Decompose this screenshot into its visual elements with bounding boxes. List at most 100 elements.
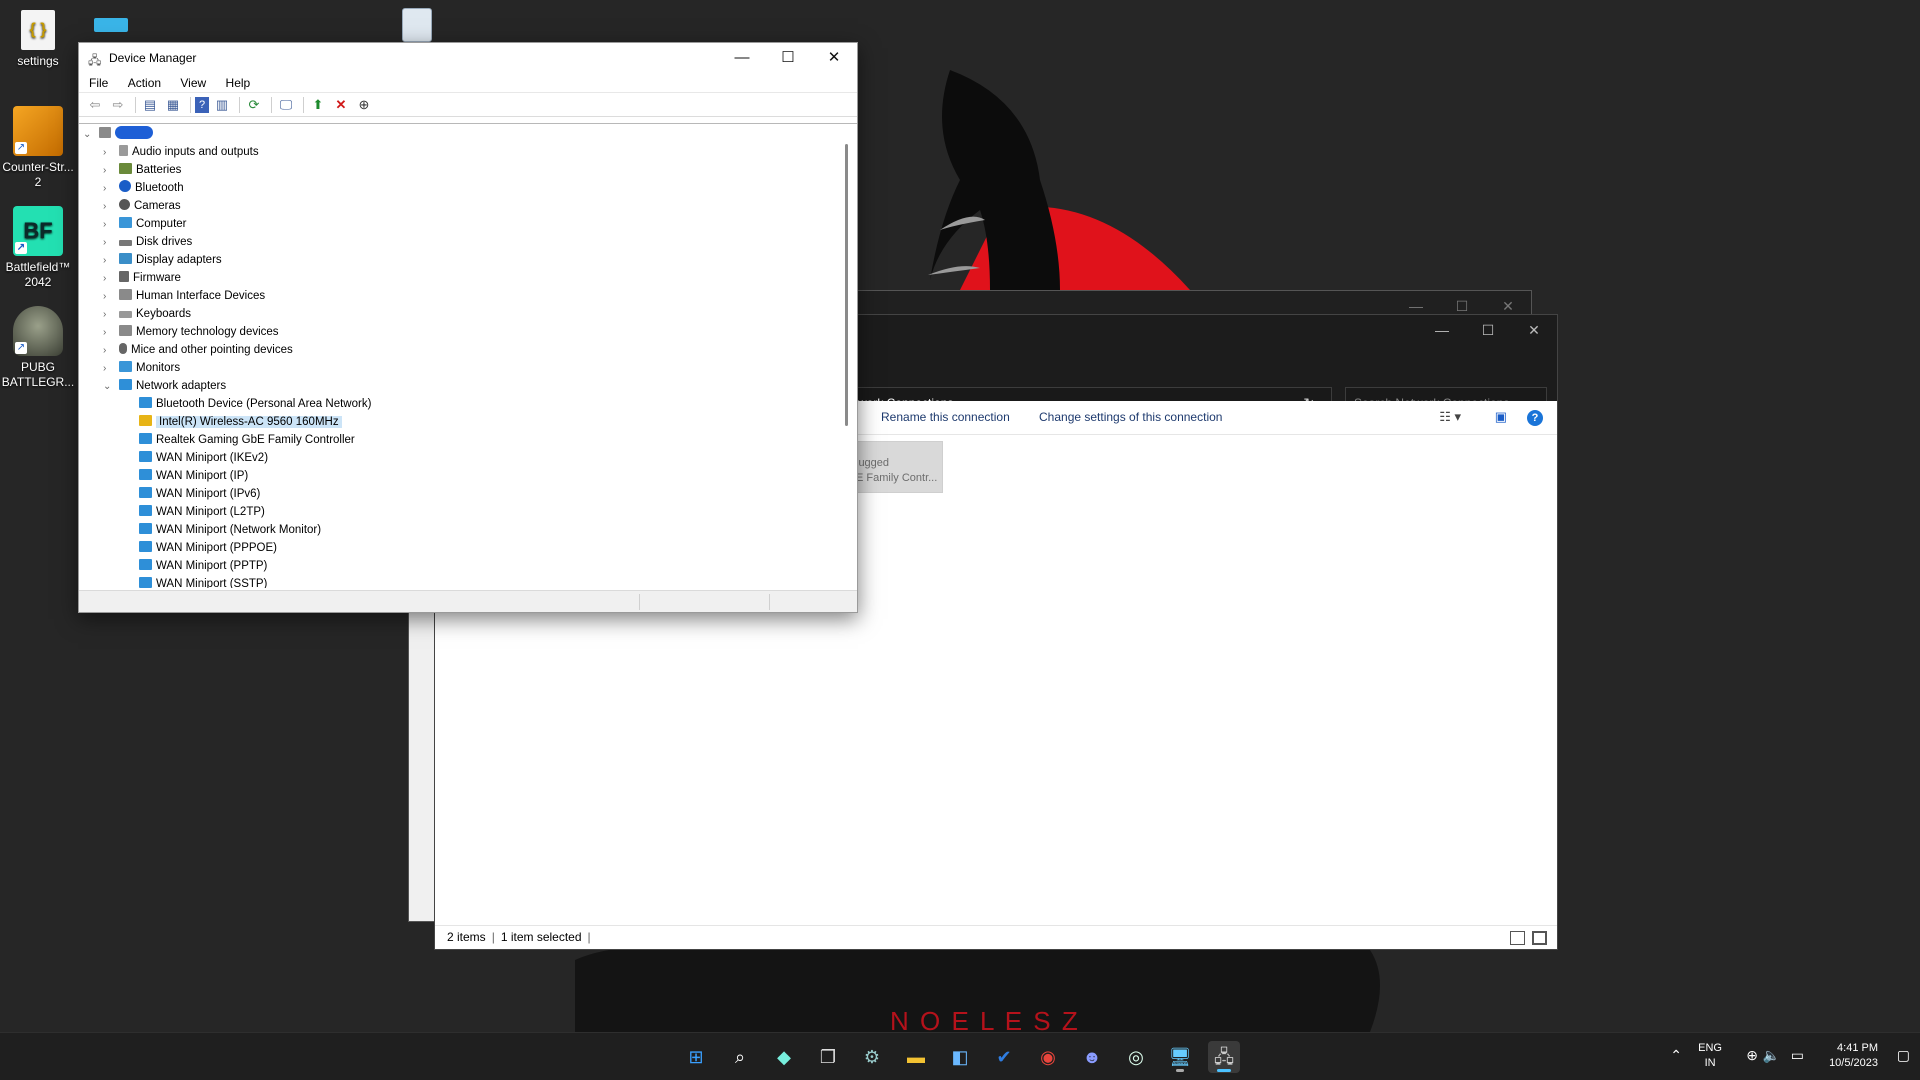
expand-icon[interactable]: › [103, 360, 117, 378]
store-icon[interactable]: ◧ [944, 1041, 976, 1073]
device-tree[interactable]: ⌄ › Audio inputs and outputs › Batteries ›… [79, 123, 857, 588]
volume-icon[interactable]: 🔈 [1763, 1047, 1780, 1064]
desktop-icon-settings[interactable]: { } settings [0, 10, 76, 69]
search-icon[interactable]: ⌕ [724, 1041, 756, 1073]
tree-item-network-adapter[interactable]: Bluetooth Device (Personal Area Network) [137, 395, 371, 413]
tree-item-hid[interactable]: › Human Interface Devices [103, 287, 265, 305]
maximize-icon[interactable]: ☐ [765, 43, 811, 73]
tree-item-monitors[interactable]: › Monitors [103, 359, 180, 377]
collapse-icon[interactable]: ⌄ [103, 378, 117, 396]
update-driver-icon[interactable]: ⬆ [308, 95, 328, 115]
expand-icon[interactable]: › [103, 234, 117, 252]
large-icons-view-icon[interactable] [1532, 931, 1547, 945]
display-icon[interactable]: 🖵 [276, 95, 296, 115]
expand-icon[interactable]: › [103, 198, 117, 216]
desktop-icon-counter-strike[interactable]: ↗ Counter-Str... 2 [0, 106, 76, 190]
uninstall-device-icon[interactable]: ✕ [331, 95, 351, 115]
rename-connection-button[interactable]: Rename this connection [881, 401, 1010, 433]
desktop-icon-battlefield[interactable]: BF ↗ Battlefield™ 2042 [0, 206, 76, 290]
tree-item-firmware[interactable]: › Firmware [103, 269, 181, 287]
tree-item-network-adapter[interactable]: WAN Miniport (SSTP) [137, 575, 267, 588]
tree-item-network-adapter[interactable]: WAN Miniport (IPv6) [137, 485, 260, 503]
view-icon[interactable]: ▥ [212, 95, 232, 115]
close-icon[interactable]: ✕ [1511, 315, 1557, 345]
expand-icon[interactable]: › [103, 216, 117, 234]
preview-pane-icon[interactable]: ▣ [1495, 409, 1507, 425]
tree-item-cameras[interactable]: › Cameras [103, 197, 181, 215]
language-indicator[interactable]: ENG IN [1698, 1041, 1722, 1071]
start-icon[interactable]: ⊞ [680, 1041, 712, 1073]
show-hide-console-tree-icon[interactable]: ▤ [140, 95, 160, 115]
device-manager-titlebar[interactable]: 🖧 Device Manager — ☐ ✕ [79, 43, 857, 73]
device-manager-window[interactable]: 🖧 Device Manager — ☐ ✕ File Action View … [78, 42, 858, 613]
tree-item-network-adapter[interactable]: WAN Miniport (PPPOE) [137, 539, 277, 557]
details-view-icon[interactable] [1509, 931, 1525, 945]
properties-icon[interactable]: ▦ [163, 95, 183, 115]
expand-icon[interactable]: › [103, 180, 117, 198]
tree-item-network-adapters[interactable]: ⌄ Network adapters [103, 377, 226, 395]
tree-item-network-adapter-selected[interactable]: Intel(R) Wireless-AC 9560 160MHz [137, 413, 342, 431]
desktop-icon-pubg[interactable]: ↗ PUBG BATTLEGR... [0, 306, 76, 390]
chevron-up-icon[interactable]: ⌃ [1670, 1047, 1682, 1064]
expand-icon[interactable]: › [103, 144, 117, 162]
tree-item-display-adapters[interactable]: › Display adapters [103, 251, 222, 269]
menu-help[interactable]: Help [226, 73, 251, 93]
expand-icon[interactable]: › [103, 162, 117, 180]
help-icon[interactable]: ? [1527, 410, 1543, 426]
minimize-icon[interactable]: — [719, 43, 765, 73]
close-icon[interactable]: ✕ [811, 43, 857, 73]
tree-root[interactable]: ⌄ [83, 125, 153, 143]
tree-item-network-adapter[interactable]: WAN Miniport (PPTP) [137, 557, 267, 575]
file-explorer-icon[interactable]: ▬ [900, 1041, 932, 1073]
download-icon[interactable]: ⊕ [354, 95, 374, 115]
device-manager-icon[interactable]: 🖧 [1208, 1041, 1240, 1073]
maximize-icon[interactable]: ☐ [1465, 315, 1511, 345]
tree-item-network-adapter[interactable]: WAN Miniport (IP) [137, 467, 248, 485]
tree-item-memory-technology[interactable]: › Memory technology devices [103, 323, 279, 341]
back-icon[interactable]: ⇦ [85, 95, 105, 115]
tree-item-batteries[interactable]: › Batteries [103, 161, 181, 179]
tree-item-keyboards[interactable]: › Keyboards [103, 305, 191, 323]
network-globe-icon[interactable]: ⊕ [1746, 1047, 1758, 1064]
steam-icon[interactable]: ◎ [1120, 1041, 1152, 1073]
menu-view[interactable]: View [180, 73, 206, 93]
copilot-icon[interactable]: ◆ [768, 1041, 800, 1073]
expand-icon[interactable]: › [103, 324, 117, 342]
tree-item-network-adapter[interactable]: Realtek Gaming GbE Family Controller [137, 431, 355, 449]
network-connection-item[interactable]: lugged E Family Contr... [847, 441, 943, 493]
tree-item-network-adapter[interactable]: WAN Miniport (IKEv2) [137, 449, 268, 467]
menu-file[interactable]: File [89, 73, 108, 93]
vertical-scrollbar[interactable] [845, 144, 848, 426]
tree-item-mice[interactable]: › Mice and other pointing devices [103, 341, 293, 359]
minimize-icon[interactable]: — [1419, 315, 1465, 345]
recycle-bin-icon[interactable] [402, 8, 432, 42]
menu-action[interactable]: Action [128, 73, 161, 93]
forward-icon[interactable]: ⇨ [108, 95, 128, 115]
expand-icon[interactable]: › [103, 288, 117, 306]
todo-icon[interactable]: ✔ [988, 1041, 1020, 1073]
expand-icon[interactable]: › [103, 252, 117, 270]
tree-item-bluetooth[interactable]: › Bluetooth [103, 179, 184, 197]
settings-icon[interactable]: ⚙ [856, 1041, 888, 1073]
remote-desktop-icon[interactable]: 🖥 [1164, 1041, 1196, 1073]
collapse-icon[interactable]: ⌄ [83, 126, 97, 144]
chrome-icon[interactable]: ◉ [1032, 1041, 1064, 1073]
change-view-icon[interactable]: ☷ ▾ [1439, 409, 1461, 425]
clock[interactable]: 4:41 PM 10/5/2023 [1829, 1041, 1878, 1071]
tree-item-network-adapter[interactable]: WAN Miniport (Network Monitor) [137, 521, 321, 539]
expand-icon[interactable]: › [103, 270, 117, 288]
discord-icon[interactable]: ☻ [1076, 1041, 1108, 1073]
tree-item-network-adapter[interactable]: WAN Miniport (L2TP) [137, 503, 265, 521]
desktop-icon-partial[interactable] [94, 18, 128, 32]
tree-item-computer[interactable]: › Computer [103, 215, 187, 233]
tree-item-audio[interactable]: › Audio inputs and outputs [103, 143, 259, 161]
expand-icon[interactable]: › [103, 306, 117, 324]
change-settings-button[interactable]: Change settings of this connection [1039, 401, 1222, 433]
expand-icon[interactable]: › [103, 342, 117, 360]
tree-item-disk-drives[interactable]: › Disk drives [103, 233, 192, 251]
notification-icon[interactable]: ▢ [1897, 1047, 1910, 1064]
help-icon[interactable]: ? [195, 96, 209, 113]
task-view-icon[interactable]: ❐ [812, 1041, 844, 1073]
scan-hardware-icon[interactable]: ⟳ [244, 95, 264, 115]
battery-icon[interactable]: ▭ [1791, 1047, 1804, 1064]
